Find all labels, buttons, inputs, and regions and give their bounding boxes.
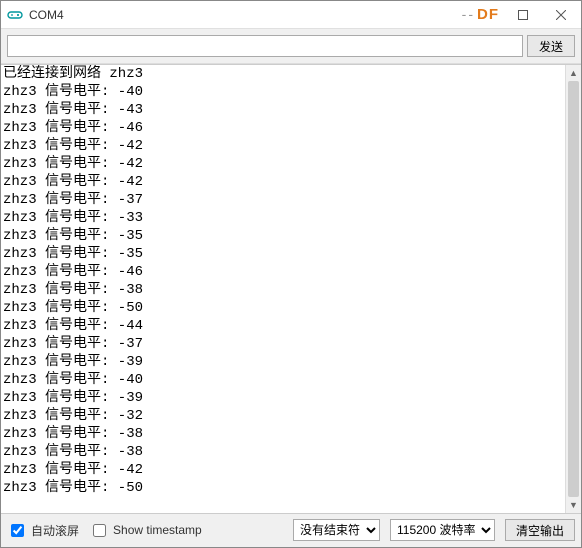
scrollbar[interactable]: ▲ ▼: [565, 65, 581, 513]
command-input-row: 发送: [1, 29, 581, 64]
scroll-down-icon[interactable]: ▼: [566, 497, 581, 513]
autoscroll-label: 自动滚屏: [31, 522, 79, 539]
app-icon: [7, 7, 23, 23]
baud-rate-select[interactable]: 115200 波特率: [390, 519, 495, 541]
timestamp-label: Show timestamp: [113, 523, 202, 537]
title-bar: COM4 --DF: [1, 1, 581, 29]
timestamp-checkbox[interactable]: Show timestamp: [89, 521, 202, 540]
line-ending-select[interactable]: 没有结束符: [293, 519, 380, 541]
close-icon[interactable]: [547, 5, 575, 25]
autoscroll-checkbox[interactable]: 自动滚屏: [7, 521, 79, 540]
scroll-up-icon[interactable]: ▲: [566, 65, 581, 81]
watermark: --DF: [462, 6, 499, 23]
serial-output-panel: 已经连接到网络 zhz3 zhz3 信号电平: -40 zhz3 信号电平: -…: [1, 64, 581, 514]
command-input[interactable]: [7, 35, 523, 57]
send-button[interactable]: 发送: [527, 35, 575, 57]
window-title: COM4: [29, 8, 64, 22]
clear-output-button[interactable]: 清空输出: [505, 519, 575, 541]
maximize-icon[interactable]: [509, 5, 537, 25]
footer-bar: 自动滚屏 Show timestamp 没有结束符 115200 波特率 清空输…: [1, 514, 581, 546]
serial-output-text: 已经连接到网络 zhz3 zhz3 信号电平: -40 zhz3 信号电平: -…: [1, 65, 565, 513]
scroll-thumb[interactable]: [568, 81, 579, 497]
